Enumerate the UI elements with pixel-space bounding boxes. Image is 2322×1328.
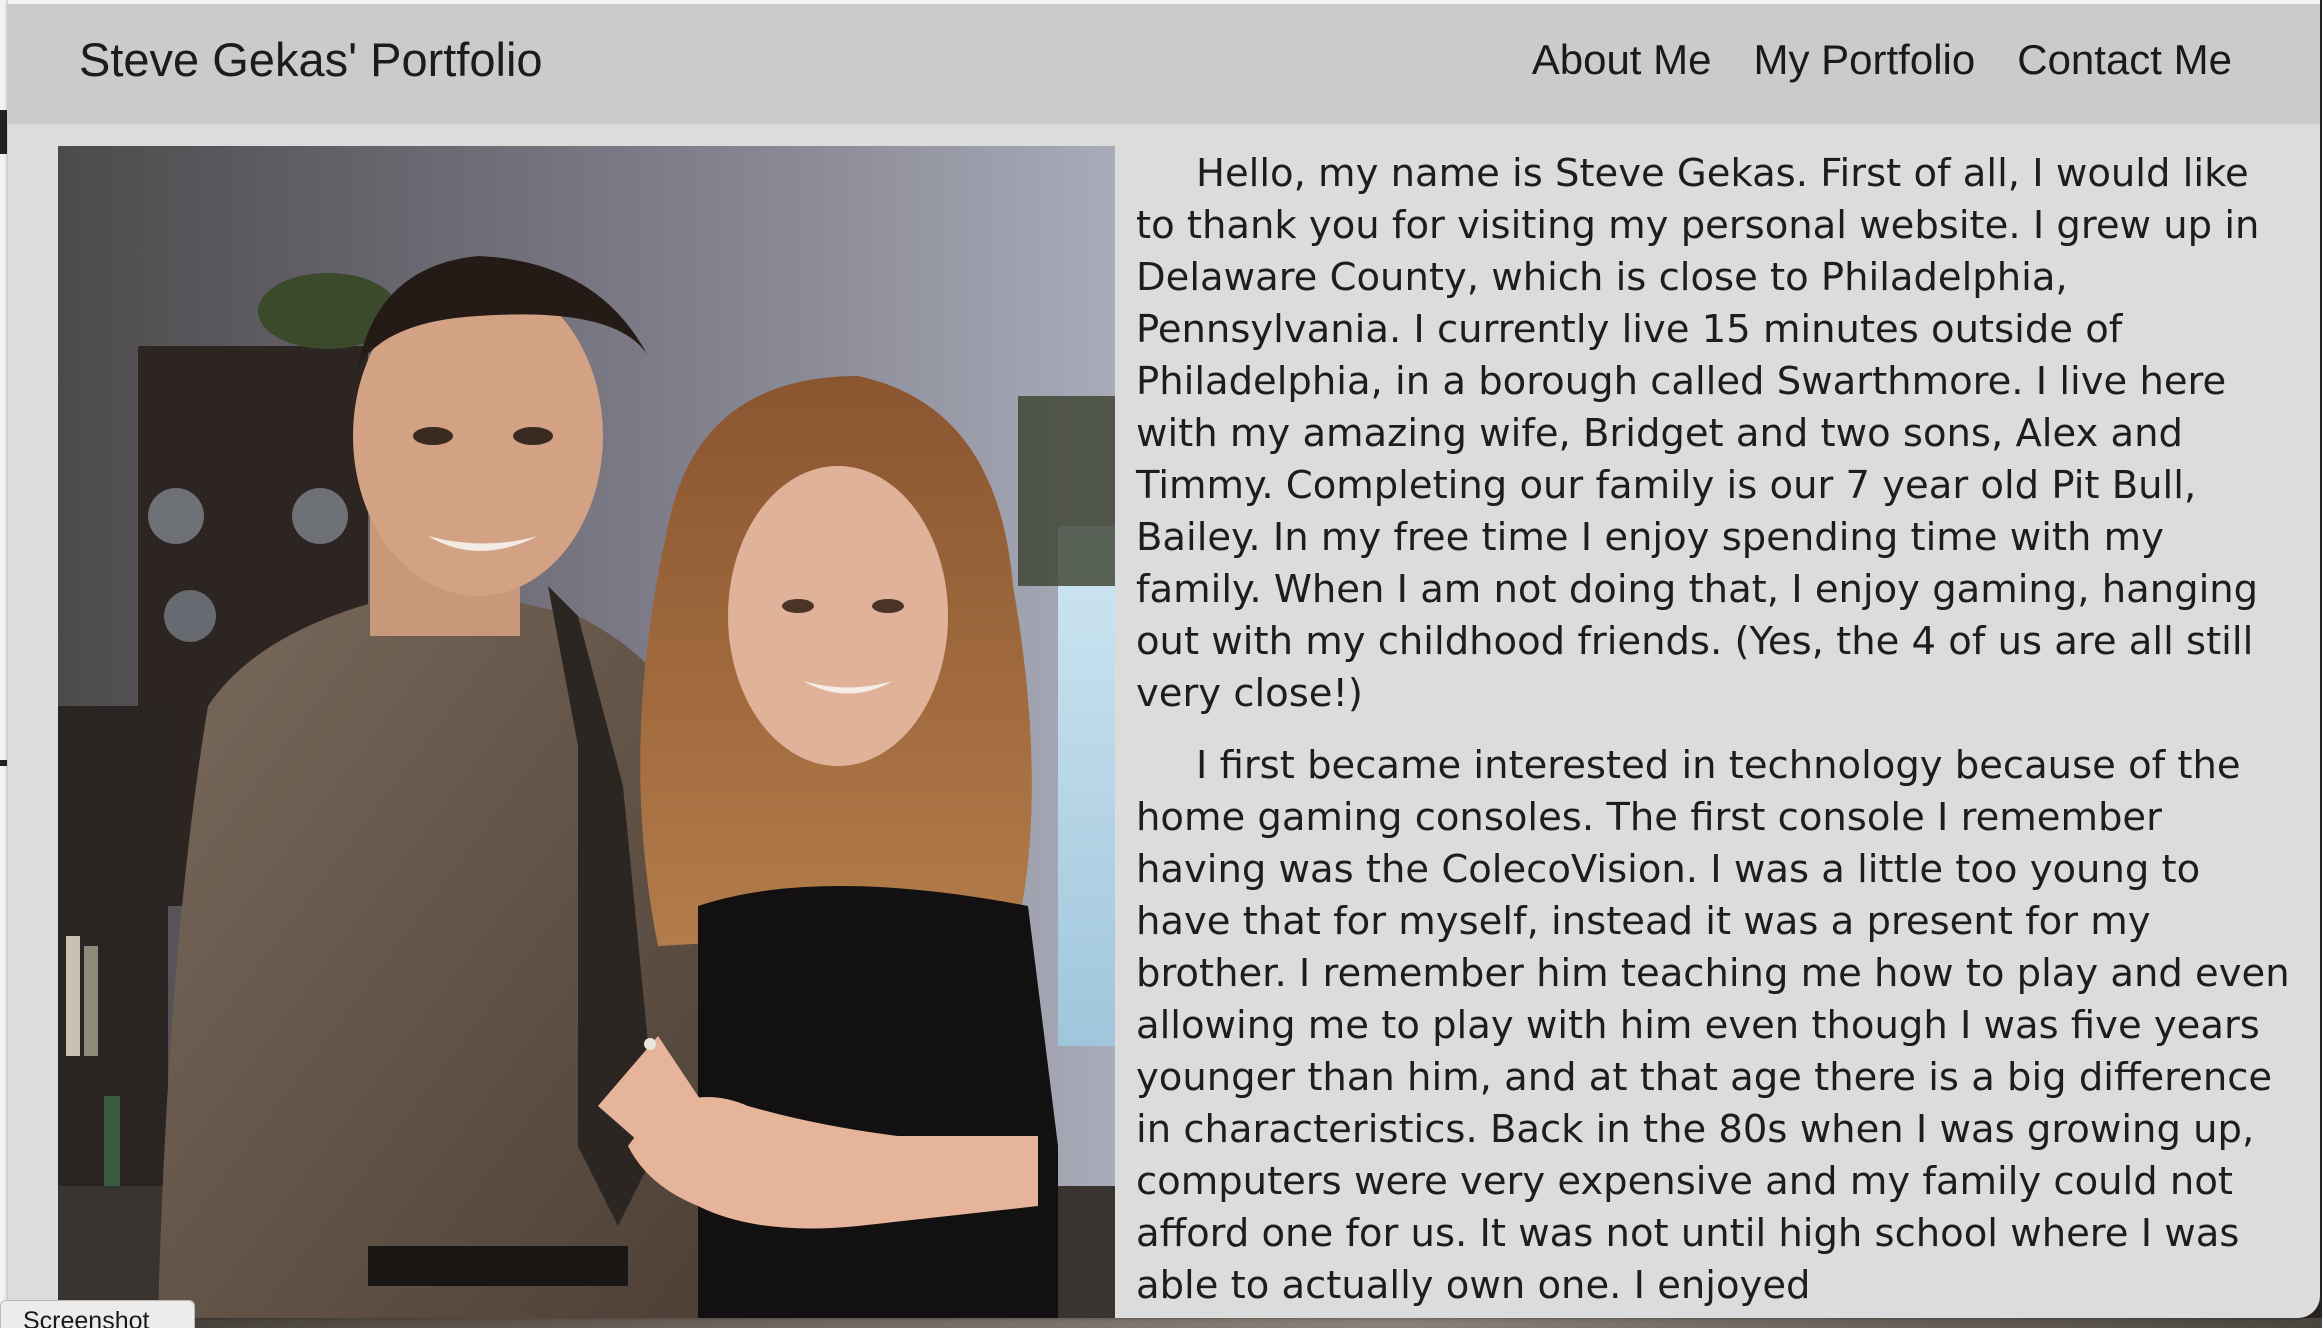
nav-link-contact-me[interactable]: Contact Me bbox=[2017, 36, 2232, 84]
nav-link-about-me[interactable]: About Me bbox=[1532, 36, 1712, 84]
screenshot-taskbar-label[interactable]: Screenshot bbox=[0, 1300, 195, 1328]
desktop-background bbox=[0, 1318, 2322, 1328]
browser-window: Steve Gekas' Portfolio About Me My Portf… bbox=[8, 0, 2320, 1318]
background-window-mark bbox=[0, 760, 7, 766]
background-window-mark bbox=[0, 110, 7, 154]
site-brand[interactable]: Steve Gekas' Portfolio bbox=[79, 32, 543, 87]
profile-photo-illustration bbox=[58, 146, 1115, 1318]
main-nav: About Me My Portfolio Contact Me bbox=[1532, 36, 2232, 84]
navbar: Steve Gekas' Portfolio About Me My Portf… bbox=[8, 4, 2320, 124]
bio-paragraph: I first became interested in technology … bbox=[1136, 743, 2290, 1308]
bio-paragraph: Hello, my name is Steve Gekas. First of … bbox=[1136, 151, 2260, 716]
about-me-text: Hello, my name is Steve Gekas. First of … bbox=[1136, 148, 2298, 1318]
profile-photo bbox=[58, 146, 1115, 1318]
nav-link-my-portfolio[interactable]: My Portfolio bbox=[1754, 36, 1976, 84]
